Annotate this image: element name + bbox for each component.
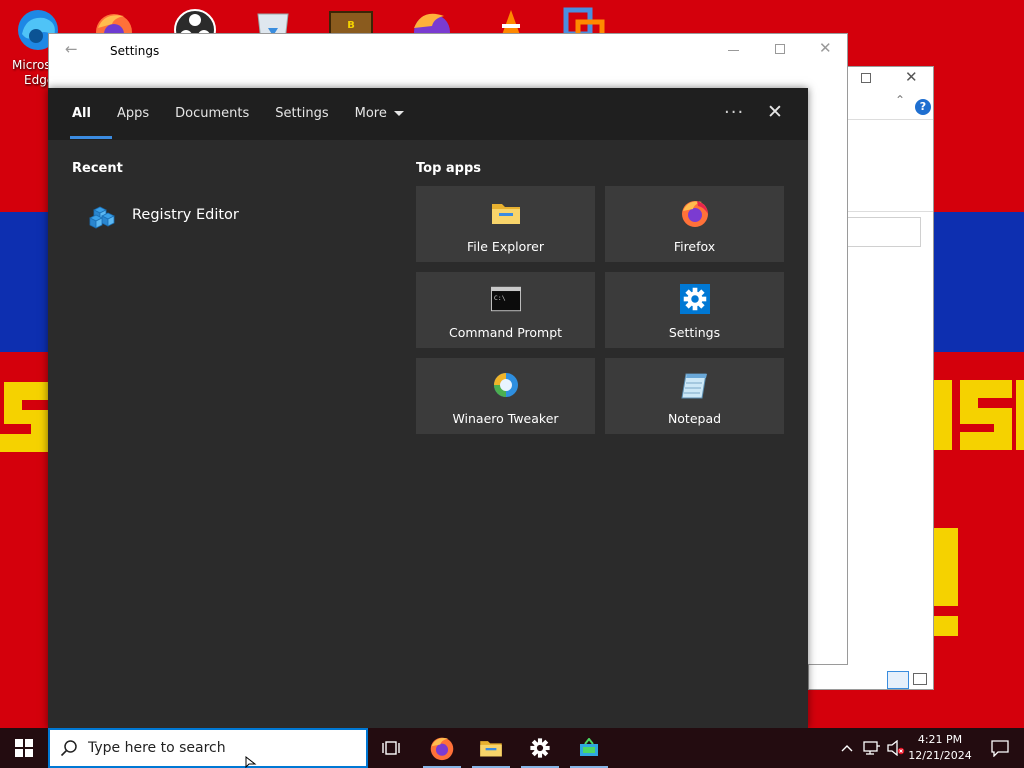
search-icon [60, 740, 77, 757]
show-hidden-icons-button[interactable] [836, 728, 858, 768]
tab-documents[interactable]: Documents [162, 88, 262, 140]
tile-label: Firefox [673, 239, 716, 254]
file-explorer-icon [480, 741, 502, 757]
wallpaper-exclamation-bar [934, 528, 958, 606]
maximize-icon[interactable] [861, 73, 871, 83]
close-search-icon[interactable]: ✕ [767, 101, 783, 123]
taskbar-store-app[interactable] [565, 728, 613, 768]
taskbar-firefox[interactable] [418, 728, 466, 768]
store-bag-icon [580, 738, 598, 756]
taskbar-clock[interactable]: 4:21 PM 12/21/2024 [908, 732, 972, 764]
settings-gear-icon [530, 738, 550, 758]
top-app-settings[interactable]: Settings [605, 272, 784, 348]
details-view-icon[interactable] [887, 671, 909, 689]
command-prompt-icon: C:\ [490, 286, 521, 312]
top-app-firefox[interactable]: Firefox [605, 186, 784, 262]
taskbar-search-box[interactable] [48, 728, 368, 768]
tab-all[interactable]: All [59, 88, 112, 140]
wallpaper-lettering-left [0, 372, 54, 482]
action-center-button[interactable] [976, 728, 1024, 768]
wallpaper-lettering-right [932, 372, 1024, 454]
close-icon[interactable]: ✕ [905, 68, 918, 86]
help-icon[interactable]: ? [915, 99, 931, 115]
start-button[interactable] [0, 728, 48, 768]
tab-apps[interactable]: Apps [104, 88, 162, 140]
top-app-notepad[interactable]: Notepad [605, 358, 784, 434]
windows-logo-icon [15, 739, 33, 757]
mouse-cursor-icon [245, 756, 257, 768]
svg-text:C:\: C:\ [493, 294, 505, 302]
chevron-up-icon [841, 745, 853, 752]
taskbar-file-explorer[interactable] [467, 728, 515, 768]
clock-time: 4:21 PM [917, 733, 963, 746]
tile-label: Winaero Tweaker [452, 411, 559, 426]
task-view-button[interactable] [368, 728, 416, 768]
volume-tray-button[interactable] [884, 728, 908, 768]
search-input[interactable] [88, 740, 348, 756]
volume-muted-icon [887, 740, 905, 756]
chevron-up-icon[interactable]: ⌃ [895, 93, 905, 107]
recent-section-title: Recent [72, 161, 123, 176]
search-scope-tabs: All Apps Documents Settings More ··· ✕ [48, 88, 808, 140]
tab-more[interactable]: More [342, 88, 418, 140]
tab-more-label: More [354, 106, 387, 121]
taskbar: 4:21 PM 12/21/2024 [0, 728, 1024, 768]
back-arrow-icon[interactable]: ← [65, 40, 78, 58]
tile-label: Notepad [667, 411, 722, 426]
settings-titlebar: ← Settings ✕ [49, 34, 847, 67]
firefox-icon [681, 201, 708, 227]
close-icon[interactable]: ✕ [819, 39, 832, 57]
top-app-file-explorer[interactable]: File Explorer [416, 186, 595, 262]
top-app-winaero-tweaker[interactable]: Winaero Tweaker [416, 358, 595, 434]
firefox-icon [430, 737, 454, 761]
winaero-tweaker-icon [493, 373, 518, 397]
large-icons-view-icon[interactable] [913, 673, 927, 685]
search-flyout: All Apps Documents Settings More ··· ✕ R… [48, 88, 808, 728]
recent-item-registry-editor[interactable]: Registry Editor [88, 200, 239, 230]
notification-icon [991, 740, 1009, 757]
minimize-icon[interactable] [728, 50, 739, 51]
top-apps-section-title: Top apps [416, 161, 482, 176]
notepad-icon [680, 373, 707, 399]
more-options-icon[interactable]: ··· [724, 102, 744, 123]
maximize-icon[interactable] [775, 44, 785, 54]
registry-editor-icon [89, 206, 115, 229]
network-icon [863, 741, 880, 755]
settings-window-title: Settings [110, 44, 160, 58]
caret-down-icon [393, 111, 404, 116]
clock-date: 12/21/2024 [908, 749, 972, 762]
task-view-icon [382, 741, 400, 755]
taskbar-settings[interactable] [516, 728, 564, 768]
svg-text:B: B [347, 20, 355, 31]
top-app-command-prompt[interactable]: C:\ Command Prompt [416, 272, 595, 348]
tile-label: Command Prompt [448, 325, 563, 340]
recent-item-label: Registry Editor [132, 207, 239, 223]
wallpaper-exclamation-dot [934, 616, 958, 636]
tab-settings[interactable]: Settings [262, 88, 341, 140]
network-tray-button[interactable] [860, 728, 884, 768]
settings-gear-icon [679, 284, 710, 314]
edge-desktop-label: Micros [12, 58, 51, 72]
file-explorer-icon [491, 204, 520, 224]
tile-label: Settings [668, 325, 721, 340]
tile-label: File Explorer [467, 239, 544, 254]
